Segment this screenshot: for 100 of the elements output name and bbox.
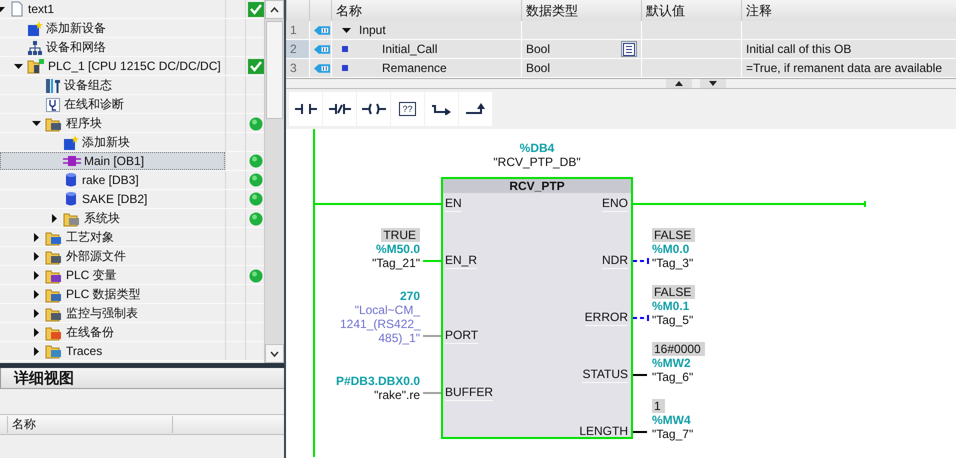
tree-item[interactable]: Main [OB1] [0,152,225,170]
tree-item[interactable]: 程序块 [0,114,225,133]
scroll-down-button[interactable] [700,79,726,88]
monitor-value: FALSE [652,228,696,242]
instance-name: "RCV_PTP_DB" [493,155,581,169]
toolbar-button[interactable] [289,92,322,126]
tree-item[interactable]: 设备和网络 [0,38,225,57]
column-header[interactable]: 名称 [331,0,521,21]
tree-item[interactable]: 系统块 [0,209,225,228]
square-bullet-icon [342,46,348,52]
operand-address: %MW4 [652,413,691,427]
list-button[interactable] [621,41,637,57]
tree-item[interactable]: 外部源文件 [0,247,225,266]
operand-tag: "Local~CM_ 1241_(RS422_ 485)_1" [340,303,420,345]
toggle-arrow-icon[interactable] [32,252,40,261]
empty-box-icon: ?? [399,102,416,116]
monitor-value: FALSE [652,285,696,299]
operand-address: P#DB3.DBX0.0 [336,374,420,388]
plc-folder-icon [27,58,45,74]
toggle-arrow-icon[interactable] [14,62,22,70]
coil-icon [362,103,386,115]
toolbar-button[interactable] [459,92,492,126]
operand-address: %M0.1 [652,299,690,313]
tree-item[interactable]: 工艺对象 [0,228,225,247]
toggle-arrow-icon[interactable] [32,290,40,299]
operand-tag: "Tag_3" [652,256,694,270]
tree-item[interactable]: 添加新块 [0,133,225,152]
data-type: Bool [526,42,550,56]
contact-icon [294,103,316,115]
folder-icon [63,210,81,226]
folder-icon [45,306,63,322]
operand-tag: "Tag_21" [372,256,420,270]
toolbar-button[interactable] [323,92,356,126]
tree-item[interactable]: PLC 数据类型 [0,285,225,304]
toggle-arrow-icon[interactable] [32,119,40,128]
tree-item[interactable]: 监控与强制表 [0,304,225,323]
toolbar-button[interactable] [425,92,458,126]
folder-icon [45,230,63,246]
triangle-down-icon [709,81,717,86]
operand-address: 270 [400,289,420,303]
square-bullet-icon [342,65,348,71]
operand-tag: "rake".re [374,388,420,402]
tree-item[interactable]: 设备组态 [0,76,225,95]
toolbar-button[interactable] [357,92,390,126]
scrollbar-thumb[interactable] [266,21,283,119]
instance-address: %DB4 [520,141,554,155]
monitor-value: 16#0000 [652,342,705,356]
toggle-arrow-icon[interactable] [32,271,40,280]
scroll-down-button[interactable] [265,344,284,363]
scroll-up-button[interactable] [666,79,692,88]
scroll-up-button[interactable] [265,0,284,19]
operand-address: %MW2 [652,356,691,370]
tree-item[interactable]: 在线和诊断 [0,95,225,114]
tree-item[interactable]: rake [DB3] [0,171,225,189]
data-type: Bool [526,61,550,75]
block-title: RCV_PTP [443,179,631,193]
toggle-arrow-icon[interactable] [342,26,351,34]
organization-block-icon [63,153,81,169]
monitor-value: 1 [652,399,665,413]
tree-item[interactable]: 添加新设备 [0,19,225,38]
row-number[interactable]: 1 [286,21,309,40]
folder-icon [45,268,63,284]
column-header[interactable]: 注释 [741,0,956,21]
tree-item[interactable]: Traces [0,342,225,360]
toggle-arrow-icon[interactable] [32,233,40,242]
folder-icon [45,324,63,340]
toggle-arrow-icon[interactable] [32,309,40,318]
column-header[interactable]: 数据类型 [521,0,641,21]
add-star-icon [27,20,43,36]
toggle-arrow-icon[interactable] [50,214,58,223]
pin-label: EN_R [445,252,478,269]
toolbar-button[interactable]: ?? [391,92,424,126]
closed-contact-icon [328,103,350,115]
branch-close-icon [466,102,486,116]
parameter-name: Initial_Call [382,42,438,56]
row-number[interactable]: 3 [286,59,309,78]
triangle-up-icon [675,81,683,86]
tree-item[interactable]: 在线备份 [0,323,225,342]
pin-label: BUFFER [445,384,493,401]
network-icon [27,40,43,56]
scrollbar[interactable] [264,0,284,363]
database-icon [63,191,79,207]
row-number[interactable]: 2 [286,40,309,59]
tree-item[interactable]: text1 [0,0,225,18]
folder-icon [45,116,63,132]
toggle-arrow-icon[interactable] [32,346,40,356]
parameter-name: Input [359,23,386,37]
tree-item[interactable]: PLC_1 [CPU 1215C DC/DC/DC] [0,57,225,75]
tree-item[interactable]: PLC 变量 [0,266,225,285]
pin-label: ENO [602,195,628,212]
operand-tag: "Tag_5" [652,313,694,327]
toggle-arrow-icon[interactable] [32,328,40,337]
pin-label: NDR [602,252,628,269]
branch-arrow-icon [432,103,452,115]
operand-address: %M0.0 [652,242,690,256]
list-icon [623,42,635,56]
operand-address: %M50.0 [376,242,420,256]
monitor-value: TRUE [381,228,420,242]
column-header[interactable]: 默认值 [641,0,741,21]
tree-item[interactable]: SAKE [DB2] [0,190,225,208]
